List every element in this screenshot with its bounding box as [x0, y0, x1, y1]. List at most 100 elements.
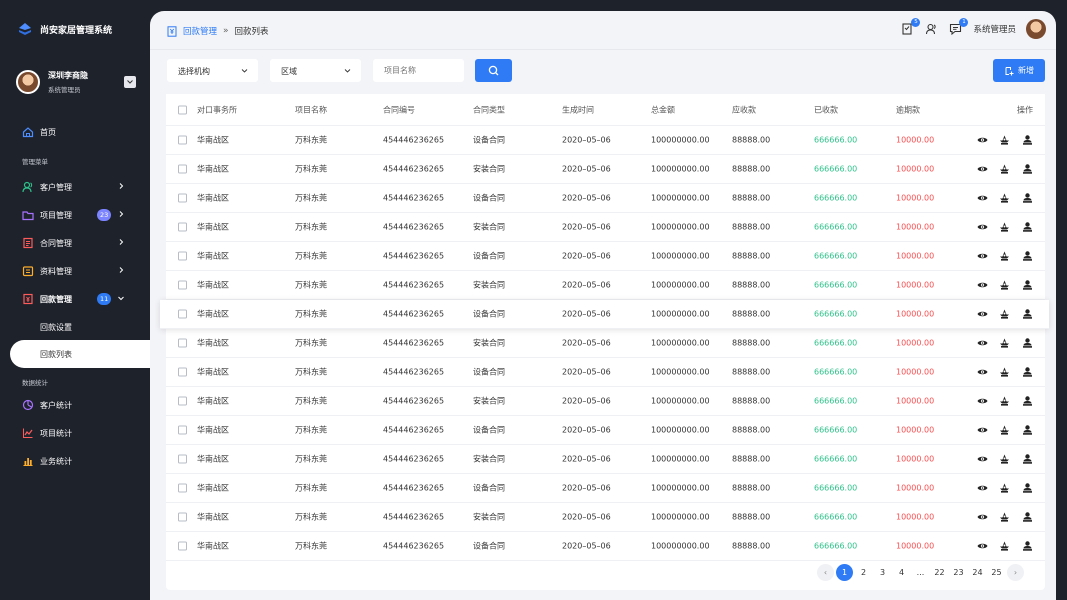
table-row[interactable]: 华南战区 万科东莞 454446236265 安装合同 2020–05–06 100000… [166, 213, 1045, 242]
page-button[interactable]: 23 [950, 564, 967, 581]
eye-icon[interactable] [977, 135, 988, 146]
remind-icon[interactable] [999, 512, 1010, 523]
prev-page-button[interactable]: ‹ [817, 564, 834, 581]
user-icon[interactable] [1022, 541, 1033, 552]
avatar[interactable] [16, 70, 40, 94]
column-header[interactable]: 项目名称 [295, 104, 327, 115]
row-checkbox[interactable] [178, 309, 187, 319]
remind-icon[interactable] [999, 338, 1010, 349]
table-row[interactable]: 华南战区 万科东莞 454446236265 安装合同 2020–05–06 100000… [166, 387, 1045, 416]
row-checkbox[interactable] [178, 396, 187, 406]
user-icon[interactable] [1022, 396, 1033, 407]
org-select[interactable]: 选择机构 [167, 59, 258, 82]
page-button[interactable]: 22 [931, 564, 948, 581]
row-checkbox[interactable] [178, 483, 187, 493]
region-select[interactable]: 区域 [270, 59, 361, 82]
page-button[interactable]: 3 [874, 564, 891, 581]
eye-icon[interactable] [977, 280, 988, 291]
column-header[interactable]: 合同编号 [383, 104, 415, 115]
sidebar-item-contracts[interactable]: 合同管理 [0, 229, 150, 257]
remind-icon[interactable] [999, 222, 1010, 233]
page-button[interactable]: 24 [969, 564, 986, 581]
breadcrumb-parent[interactable]: 回款管理 [183, 25, 217, 37]
table-row[interactable]: 华南战区 万科东莞 454446236265 设备合同 2020–05–06 100000… [166, 184, 1045, 213]
table-row[interactable]: 华南战区 万科东莞 454446236265 设备合同 2020–05–06 100000… [166, 532, 1045, 561]
user-icon[interactable] [1022, 483, 1033, 494]
row-checkbox[interactable] [178, 193, 187, 203]
row-checkbox[interactable] [178, 425, 187, 435]
row-checkbox[interactable] [178, 280, 187, 290]
table-row[interactable]: 华南战区 万科东莞 454446236265 设备合同 2020–05–06 100000… [166, 242, 1045, 271]
page-button[interactable]: 2 [855, 564, 872, 581]
table-row[interactable]: 华南战区 万科东莞 454446236265 设备合同 2020–05–06 100000… [166, 126, 1045, 155]
row-checkbox[interactable] [178, 222, 187, 232]
row-checkbox[interactable] [178, 541, 187, 551]
page-button[interactable]: 25 [988, 564, 1005, 581]
sidebar-item-business-stats[interactable]: 业务统计 [0, 447, 150, 475]
sidebar-item-projects[interactable]: 项目管理 23 [0, 201, 150, 229]
project-name-input[interactable] [384, 66, 464, 75]
eye-icon[interactable] [977, 164, 988, 175]
eye-icon[interactable] [977, 483, 988, 494]
remind-icon[interactable] [999, 396, 1010, 407]
sidebar-item-materials[interactable]: 资料管理 [0, 257, 150, 285]
tasks-button[interactable]: 5 [901, 18, 921, 36]
sidebar-item-payments[interactable]: 回款管理 11 [0, 285, 150, 313]
column-header[interactable]: 已收款 [814, 104, 838, 115]
row-checkbox[interactable] [178, 512, 187, 522]
page-button[interactable]: 1 [836, 564, 853, 581]
user-icon[interactable] [1022, 135, 1033, 146]
project-name-field[interactable] [373, 59, 464, 82]
page-button[interactable]: 4 [893, 564, 910, 581]
submenu-payment-settings[interactable]: 回款设置 [40, 322, 72, 333]
user-icon[interactable] [1022, 280, 1033, 291]
eye-icon[interactable] [977, 425, 988, 436]
remind-icon[interactable] [999, 280, 1010, 291]
user-icon[interactable] [1022, 164, 1033, 175]
user-icon[interactable] [1022, 367, 1033, 378]
eye-icon[interactable] [977, 367, 988, 378]
eye-icon[interactable] [977, 222, 988, 233]
brand[interactable]: 尚安家居管理系统 [18, 23, 112, 36]
row-checkbox[interactable] [178, 251, 187, 261]
users-button[interactable] [925, 22, 939, 36]
eye-icon[interactable] [977, 309, 988, 320]
user-icon[interactable] [1022, 193, 1033, 204]
table-row[interactable]: 华南战区 万科东莞 454446236265 设备合同 2020–05–06 100000… [166, 474, 1045, 503]
row-checkbox[interactable] [178, 164, 187, 174]
table-row[interactable]: 华南战区 万科东莞 454446236265 设备合同 2020–05–06 100000… [160, 300, 1049, 329]
table-row[interactable]: 华南战区 万科东莞 454446236265 设备合同 2020–05–06 100000… [166, 416, 1045, 445]
user-menu-toggle[interactable] [124, 76, 136, 88]
table-row[interactable]: 华南战区 万科东莞 454446236265 安装合同 2020–05–06 100000… [166, 445, 1045, 474]
user-icon[interactable] [1022, 309, 1033, 320]
user-icon[interactable] [1022, 251, 1033, 262]
eye-icon[interactable] [977, 396, 988, 407]
eye-icon[interactable] [977, 193, 988, 204]
avatar[interactable] [1026, 19, 1046, 39]
messages-button[interactable]: 1 [949, 18, 969, 36]
eye-icon[interactable] [977, 251, 988, 262]
row-checkbox[interactable] [178, 135, 187, 145]
remind-icon[interactable] [999, 251, 1010, 262]
remind-icon[interactable] [999, 135, 1010, 146]
table-row[interactable]: 华南战区 万科东莞 454446236265 安装合同 2020–05–06 100000… [166, 155, 1045, 184]
search-button[interactable] [475, 59, 512, 82]
row-checkbox[interactable] [178, 338, 187, 348]
table-row[interactable]: 华南战区 万科东莞 454446236265 安装合同 2020–05–06 100000… [166, 329, 1045, 358]
sidebar-item-customers[interactable]: 客户管理 [0, 173, 150, 201]
column-header[interactable]: 合同类型 [473, 104, 505, 115]
table-row[interactable]: 华南战区 万科东莞 454446236265 安装合同 2020–05–06 100000… [166, 503, 1045, 532]
user-icon[interactable] [1022, 425, 1033, 436]
remind-icon[interactable] [999, 367, 1010, 378]
remind-icon[interactable] [999, 541, 1010, 552]
column-header[interactable]: 应收款 [732, 104, 756, 115]
eye-icon[interactable] [977, 512, 988, 523]
user-icon[interactable] [1022, 338, 1033, 349]
select-all-checkbox[interactable] [178, 105, 187, 114]
user-profile[interactable]: 深圳李商隐 系统管理员 [16, 68, 136, 96]
sidebar-item-project-stats[interactable]: 项目统计 [0, 419, 150, 447]
row-checkbox[interactable] [178, 367, 187, 377]
column-header[interactable]: 对口事务所 [197, 104, 237, 115]
eye-icon[interactable] [977, 338, 988, 349]
remind-icon[interactable] [999, 454, 1010, 465]
